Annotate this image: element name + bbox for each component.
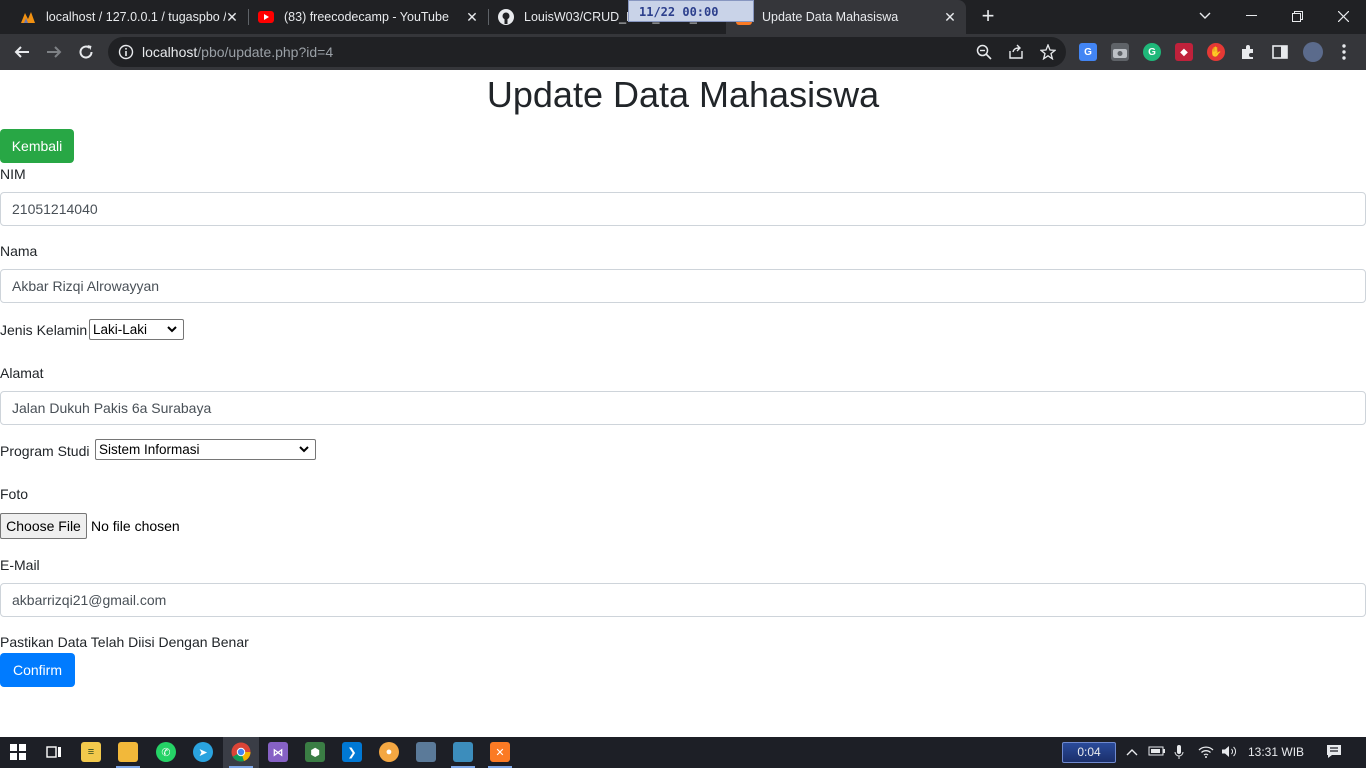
close-tab-icon[interactable]: ✕ xyxy=(224,9,240,25)
recording-timer[interactable]: 0:04 xyxy=(1062,742,1116,763)
side-panel-icon[interactable] xyxy=(1271,43,1289,61)
browser-toolbar: localhost/pbo/update.php?id=4 G G ◆ ✋ xyxy=(0,34,1366,70)
prodi-label: Program Studi xyxy=(0,443,90,459)
xampp-taskbar-icon[interactable]: ✕ xyxy=(490,742,510,762)
zoom-icon[interactable] xyxy=(976,44,992,60)
windows-taskbar: ≡ ✆ ➤ ⋈ ⬢ ❯ ● ✕ 0:04 13:31 WIB xyxy=(0,737,1366,768)
close-tab-icon[interactable]: ✕ xyxy=(942,9,958,25)
tab-title: Update Data Mahasiswa xyxy=(762,10,899,24)
chevron-up-icon[interactable] xyxy=(1126,745,1138,759)
prodi-selected: Sistem Informasi xyxy=(99,442,200,457)
windows-start-icon[interactable] xyxy=(8,742,28,762)
nama-value: Akbar Rizqi Alrowayyan xyxy=(12,278,160,294)
nama-label: Nama xyxy=(0,243,38,259)
chrome-icon[interactable] xyxy=(231,742,251,762)
confirm-note: Pastikan Data Telah Diisi Dengan Benar xyxy=(0,634,249,650)
alamat-label: Alamat xyxy=(0,365,44,381)
confirm-button[interactable]: Confirm xyxy=(0,653,75,687)
reload-icon[interactable] xyxy=(72,38,100,66)
nodejs-icon[interactable]: ⬢ xyxy=(305,742,325,762)
url-host: localhost xyxy=(142,44,198,60)
translate-extension-icon[interactable]: G xyxy=(1079,43,1097,61)
task-view-icon[interactable] xyxy=(44,742,64,762)
window-app-icon[interactable] xyxy=(453,742,473,762)
recorder-icon[interactable]: ● xyxy=(379,742,399,762)
back-button[interactable]: Kembali xyxy=(0,129,74,163)
browser-tab-bar: localhost / 127.0.0.1 / tugaspbo / ✕ (83… xyxy=(0,0,1366,34)
share-icon[interactable] xyxy=(1008,44,1024,60)
close-window-icon[interactable] xyxy=(1320,0,1366,32)
camera-extension-icon[interactable] xyxy=(1111,43,1129,61)
gender-select[interactable]: Laki-Laki xyxy=(89,319,184,340)
tab-search-icon[interactable] xyxy=(1182,0,1228,32)
tab-title: (83) freecodecamp - YouTube xyxy=(284,10,449,24)
github-icon xyxy=(498,9,514,25)
prodi-select[interactable]: Sistem Informasi xyxy=(95,439,316,460)
url-text: localhost/pbo/update.php?id=4 xyxy=(142,44,333,60)
foto-label: Foto xyxy=(0,486,29,502)
page-title: Update Data Mahasiswa xyxy=(486,74,880,115)
phpmyadmin-icon xyxy=(20,9,36,25)
extensions-puzzle-icon[interactable] xyxy=(1239,43,1257,61)
minimize-icon[interactable] xyxy=(1228,0,1274,32)
alamat-input[interactable]: Jalan Dukuh Pakis 6a Surabaya xyxy=(0,391,1366,425)
volume-icon[interactable] xyxy=(1221,745,1237,761)
tab-phpmyadmin[interactable]: localhost / 127.0.0.1 / tugaspbo / ✕ xyxy=(8,0,249,34)
tab-title: localhost / 127.0.0.1 / tugaspbo / xyxy=(46,10,226,24)
monitor-app-icon[interactable] xyxy=(416,742,436,762)
tab-youtube[interactable]: (83) freecodecamp - YouTube ✕ xyxy=(248,0,489,34)
whatsapp-icon[interactable]: ✆ xyxy=(156,742,176,762)
chevron-down-icon xyxy=(297,442,311,456)
nama-input[interactable]: Akbar Rizqi Alrowayyan xyxy=(0,269,1366,303)
forward-arrow-icon[interactable] xyxy=(40,38,68,66)
profile-avatar[interactable] xyxy=(1303,42,1323,62)
gender-selected: Laki-Laki xyxy=(93,322,148,337)
page-content: Update Data Mahasiswa Kembali NIM 210512… xyxy=(0,70,1366,737)
telegram-icon[interactable]: ➤ xyxy=(193,742,213,762)
microphone-icon[interactable] xyxy=(1174,745,1184,762)
email-value: akbarrizqi21@gmail.com xyxy=(12,592,167,608)
devtools-extension-icon[interactable]: ◆ xyxy=(1175,43,1193,61)
file-status: No file chosen xyxy=(91,518,180,534)
nim-input[interactable]: 21051214040 xyxy=(0,192,1366,226)
address-bar[interactable]: localhost/pbo/update.php?id=4 xyxy=(108,37,1066,67)
grammar-extension-icon[interactable]: G xyxy=(1143,43,1161,61)
email-label: E-Mail xyxy=(0,557,40,573)
restore-icon[interactable] xyxy=(1274,0,1320,32)
choose-file-button[interactable]: Choose File xyxy=(0,513,87,539)
clock-text[interactable]: 13:31 WIB xyxy=(1248,745,1304,759)
youtube-icon xyxy=(258,9,274,25)
adblock-extension-icon[interactable]: ✋ xyxy=(1207,43,1225,61)
tab-update-data-mahasiswa[interactable]: Update Data Mahasiswa ✕ xyxy=(726,0,966,34)
visual-studio-icon[interactable]: ⋈ xyxy=(268,742,288,762)
url-path: /pbo/update.php?id=4 xyxy=(197,44,334,60)
email-input[interactable]: akbarrizqi21@gmail.com xyxy=(0,583,1366,617)
notepad-icon[interactable]: ≡ xyxy=(81,742,101,762)
alamat-value: Jalan Dukuh Pakis 6a Surabaya xyxy=(12,400,212,416)
battery-icon[interactable] xyxy=(1148,745,1166,760)
close-tab-icon[interactable]: ✕ xyxy=(464,9,480,25)
menu-kebab-icon[interactable] xyxy=(1335,43,1353,61)
new-tab-button[interactable]: + xyxy=(976,5,1000,29)
vscode-icon[interactable]: ❯ xyxy=(342,742,362,762)
bookmark-star-icon[interactable] xyxy=(1039,43,1057,61)
nim-value: 21051214040 xyxy=(12,201,98,217)
wifi-icon[interactable] xyxy=(1198,745,1214,761)
clock-timezone: WIB xyxy=(1281,745,1305,759)
back-arrow-icon[interactable] xyxy=(8,38,36,66)
clock-time: 13:31 xyxy=(1248,745,1279,759)
overlay-clock: 11/22 00:00 xyxy=(628,0,754,22)
file-explorer-icon[interactable] xyxy=(118,742,138,762)
nim-label: NIM xyxy=(0,166,26,182)
notification-icon[interactable] xyxy=(1326,744,1342,762)
gender-label: Jenis Kelamin xyxy=(0,322,88,338)
site-info-icon[interactable] xyxy=(118,44,134,60)
chevron-down-icon xyxy=(165,322,179,336)
